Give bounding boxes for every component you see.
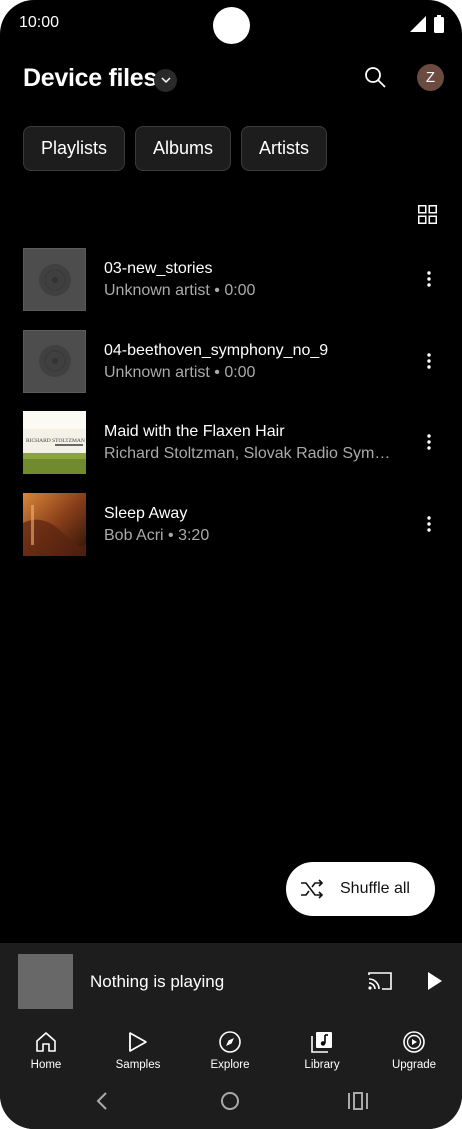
track-subtitle: Unknown artist • 0:00 [104, 282, 256, 299]
phone-screen: 10:00 Device files Z Playlists Albums Ar… [0, 0, 462, 1129]
nav-label: Upgrade [391, 1059, 437, 1071]
more-vert-icon[interactable] [420, 431, 438, 453]
home-button-icon[interactable] [220, 1091, 240, 1111]
search-icon[interactable] [364, 66, 386, 88]
nav-label: Library [304, 1059, 340, 1071]
track-subtitle: Bob Acri • 3:20 [104, 526, 210, 544]
nav-library[interactable]: Library [276, 1028, 368, 1080]
filter-chips: Playlists Albums Artists [23, 126, 328, 171]
system-nav-bar [0, 1083, 462, 1123]
album-art-text: RICHARD STOLTZMAN [26, 438, 85, 444]
list-item[interactable]: RICHARD STOLTZMAN Maid with the Flaxen H… [0, 411, 462, 493]
nav-explore[interactable]: Explore [184, 1028, 276, 1080]
mini-player-title: Nothing is playing [90, 972, 225, 991]
shuffle-icon [301, 879, 324, 899]
more-vert-icon[interactable] [420, 350, 438, 372]
home-icon [36, 1032, 56, 1052]
samples-icon [129, 1032, 147, 1052]
chevron-down-icon [160, 77, 171, 84]
title-dropdown-button[interactable] [154, 69, 177, 92]
album-art-sleep-away [23, 492, 86, 556]
disc-icon [38, 263, 71, 296]
library-icon [311, 1032, 332, 1053]
disc-icon [38, 345, 71, 377]
back-icon[interactable] [95, 1091, 109, 1111]
track-title: 03-new_stories [104, 260, 213, 277]
track-title: 04-beethoven_symphony_no_9 [104, 341, 329, 359]
mini-player[interactable]: Nothing is playing [0, 943, 462, 1023]
header: Device files Z [0, 56, 462, 104]
battery-icon [434, 15, 444, 33]
nav-label: Samples [115, 1059, 161, 1071]
chip-artists[interactable]: Artists [241, 126, 328, 171]
status-bar: 10:00 [0, 0, 462, 48]
play-icon[interactable] [427, 971, 443, 991]
camera-cutout [213, 7, 250, 44]
more-vert-icon[interactable] [420, 268, 438, 290]
album-art-placeholder [23, 329, 86, 393]
more-vert-icon[interactable] [420, 513, 438, 535]
upgrade-icon [403, 1031, 425, 1053]
track-title: Sleep Away [104, 504, 188, 522]
avatar[interactable]: Z [417, 64, 444, 91]
cast-icon[interactable] [368, 971, 392, 991]
shuffle-all-button[interactable]: Shuffle all [286, 862, 435, 916]
list-item[interactable]: 04-beethoven_symphony_no_9 Unknown artis… [0, 329, 462, 412]
shuffle-all-label: Shuffle all [340, 880, 410, 897]
chip-playlists[interactable]: Playlists [23, 126, 126, 171]
track-list: 03-new_stories Unknown artist • 0:00 04-… [0, 248, 462, 574]
nav-label: Home [30, 1059, 62, 1071]
track-title: Maid with the Flaxen Hair [104, 423, 285, 440]
track-subtitle: Unknown artist • 0:00 [104, 363, 256, 381]
recents-icon[interactable] [347, 1092, 369, 1110]
chip-albums[interactable]: Albums [135, 126, 232, 171]
list-item[interactable]: 03-new_stories Unknown artist • 0:00 [0, 248, 462, 330]
nav-samples[interactable]: Samples [92, 1028, 184, 1080]
bottom-nav: Home Samples Explore Library Upgrade [0, 1023, 462, 1129]
list-item[interactable]: Sleep Away Bob Acri • 3:20 [0, 492, 462, 575]
nav-label: Explore [210, 1059, 250, 1071]
nav-home[interactable]: Home [0, 1028, 92, 1080]
album-art-placeholder [23, 248, 86, 311]
compass-icon [219, 1031, 241, 1053]
signal-icon [410, 16, 426, 32]
grid-view-icon[interactable] [418, 205, 437, 224]
mini-player-art [18, 954, 73, 1009]
track-subtitle: Richard Stoltzman, Slovak Radio Symphony… [104, 445, 396, 462]
page-title: Device files [23, 64, 157, 92]
nav-upgrade[interactable]: Upgrade [368, 1028, 460, 1080]
album-art-stoltzman: RICHARD STOLTZMAN [23, 411, 86, 474]
status-time: 10:00 [19, 14, 60, 31]
